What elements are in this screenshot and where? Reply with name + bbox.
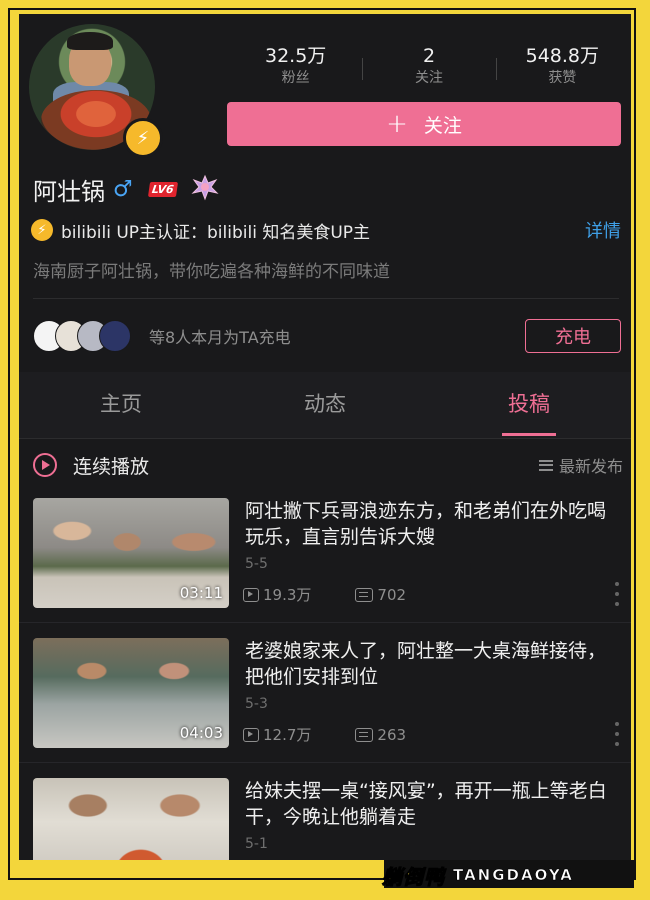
stat-value: 2 (422, 45, 436, 67)
name-row: 阿壮锅 ♂ LV6 (33, 172, 220, 207)
stat-likes[interactable]: 548.8万 获赞 (495, 44, 629, 94)
view-count: 12.7万 (263, 726, 312, 744)
video-date: 5-5 (245, 556, 268, 572)
detail-link[interactable]: 详情 (585, 217, 621, 243)
video-title[interactable]: 阿壮撇下兵哥浪迹东方，和老弟们在外吃喝玩乐，直言别告诉大嫂 (245, 498, 613, 550)
plus-icon: + (386, 109, 408, 139)
username: 阿壮锅 (33, 178, 105, 206)
charge-avatars[interactable] (33, 320, 149, 352)
tab-uploads[interactable]: 投稿 (427, 372, 631, 438)
comment-icon (355, 587, 374, 602)
more-icon[interactable] (615, 582, 619, 606)
video-title[interactable]: 给妹夫摆一桌“接风宴”，再开一瓶上等老白干，今晚让他躺着走 (245, 778, 613, 830)
certification-text: bilibili UP主认证：bilibili 知名美食UP主 (61, 222, 371, 243)
duration: 03:11 (179, 584, 223, 602)
comment-icon (355, 727, 374, 742)
tab-home[interactable]: 主页 (19, 372, 223, 438)
continuous-play-button[interactable]: 连续播放 (73, 452, 539, 479)
video-thumbnail[interactable]: 04:03 (33, 638, 229, 748)
video-date: 5-3 (245, 696, 268, 712)
avatar (99, 320, 131, 352)
stat-label: 粉丝 (281, 70, 310, 86)
list-item[interactable]: 04:03 老婆娘家来人了，阿壮整一大桌海鲜接待，把他们安排到位 5-3 12.… (33, 638, 623, 762)
follow-button[interactable]: + 关注 (227, 102, 621, 146)
view-count: 19.3万 (263, 586, 312, 604)
comment-count: 702 (377, 585, 407, 604)
profile-screen: ⚡ 32.5万 粉丝 2 关注 548.8万 获赞 + 关注 阿壮锅 ♂ LV6… (19, 14, 631, 860)
tab-dynamic[interactable]: 动态 (223, 372, 427, 438)
lightning-icon: ⚡ (31, 219, 53, 241)
list-header: 连续播放 最新发布 (33, 448, 623, 482)
stat-value: 32.5万 (265, 45, 327, 67)
charge-button[interactable]: 充电 (525, 319, 621, 353)
stat-label: 获赞 (548, 70, 577, 86)
video-date: 5-1 (245, 836, 268, 852)
comment-count: 263 (377, 725, 407, 744)
lightning-badge-icon: ⚡ (123, 118, 163, 158)
follow-label: 关注 (423, 114, 462, 137)
list-item[interactable]: 03:11 阿壮撇下兵哥浪迹东方，和老弟们在外吃喝玩乐，直言别告诉大嫂 5-5 … (33, 498, 623, 622)
certification-row: ⚡ bilibili UP主认证：bilibili 知名美食UP主 详情 (31, 217, 621, 243)
play-circle-icon[interactable] (33, 453, 57, 477)
divider (19, 622, 631, 623)
watermark-cn: 躺倒鸭 (382, 864, 445, 889)
stat-label: 关注 (414, 70, 443, 86)
divider (19, 762, 631, 763)
duration: 04:03 (179, 724, 223, 742)
play-count-icon (243, 587, 259, 602)
video-thumbnail[interactable]: 03:11 (33, 498, 229, 608)
video-title[interactable]: 老婆娘家来人了，阿壮整一大桌海鲜接待，把他们安排到位 (245, 638, 613, 690)
stat-following[interactable]: 2 关注 (362, 44, 495, 94)
medal-icon[interactable] (190, 173, 220, 207)
sort-label: 最新发布 (558, 457, 623, 476)
sort-button[interactable]: 最新发布 (538, 453, 623, 477)
stat-value: 548.8万 (525, 45, 600, 67)
video-meta: 19.3万 702 (243, 584, 406, 605)
divider (33, 298, 619, 299)
play-count-icon (243, 727, 259, 742)
watermark-en: TANGDAOYA (453, 866, 574, 885)
stats-bar: 32.5万 粉丝 2 关注 548.8万 获赞 (229, 44, 629, 94)
watermark: 躺倒鸭 TANGDAOYA (382, 862, 574, 889)
divider (19, 438, 631, 439)
profile-tabs: 主页 动态 投稿 (19, 372, 631, 438)
charge-row: 等8人本月为TA充电 充电 (33, 316, 621, 356)
list-item[interactable]: 给妹夫摆一桌“接风宴”，再开一瓶上等老白干，今晚让他躺着走 5-1 (33, 778, 623, 860)
charge-text: 等8人本月为TA充电 (149, 328, 291, 347)
list-icon (538, 459, 553, 471)
bio: 海南厨子阿壮锅，带你吃遍各种海鲜的不同味道 (33, 262, 390, 282)
level-badge[interactable]: LV6 (147, 182, 178, 197)
video-thumbnail[interactable] (33, 778, 229, 860)
stat-fans[interactable]: 32.5万 粉丝 (229, 44, 362, 94)
video-meta: 12.7万 263 (243, 724, 406, 745)
more-icon[interactable] (615, 722, 619, 746)
male-icon: ♂ (113, 177, 133, 202)
